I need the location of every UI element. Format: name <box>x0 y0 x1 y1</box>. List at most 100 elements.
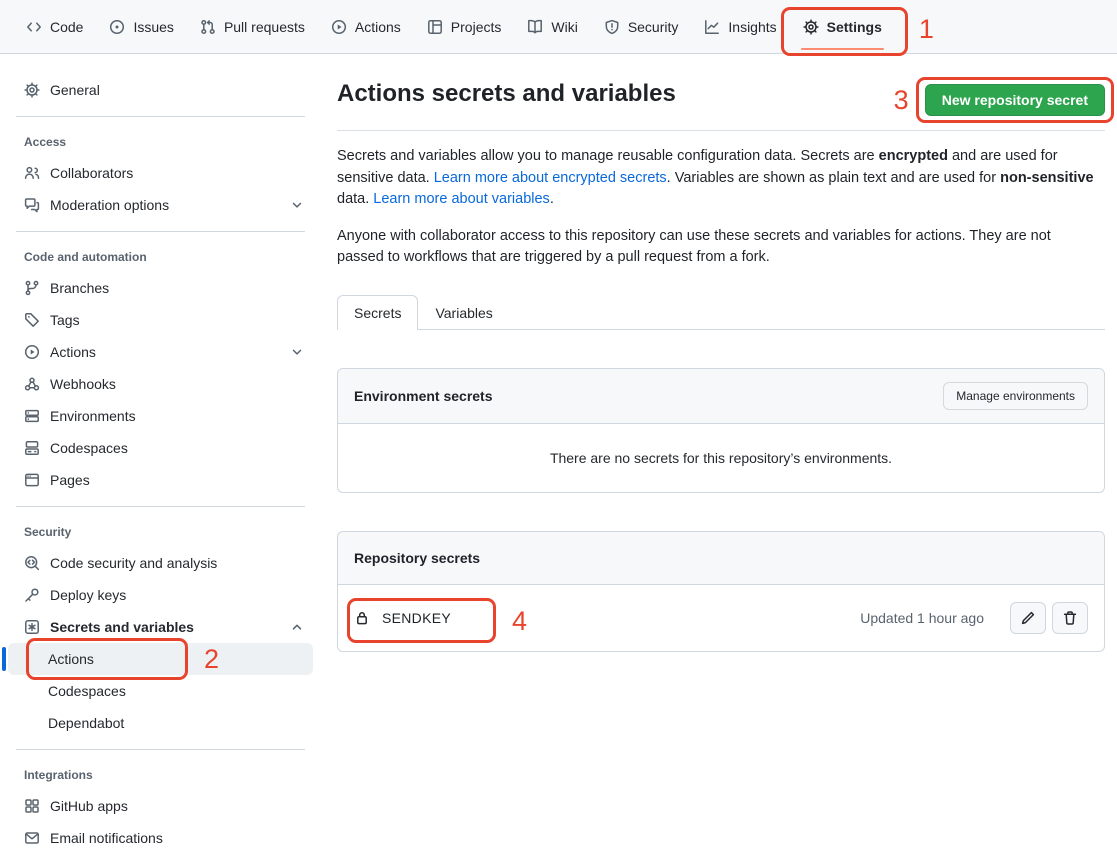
git-branch-icon <box>24 280 40 296</box>
tab-code[interactable]: Code <box>16 0 93 53</box>
main-content: Actions secrets and variables 3 New repo… <box>337 54 1117 652</box>
sidebar-item-deploy-keys[interactable]: Deploy keys <box>8 579 313 611</box>
server-icon <box>24 408 40 424</box>
gear-icon <box>24 82 40 98</box>
webhook-icon <box>24 376 40 392</box>
tab-pull-requests-label: Pull requests <box>224 19 305 35</box>
secret-row: SENDKEY 4 Updated 1 hour ago <box>338 585 1104 651</box>
sidebar-item-label: Webhooks <box>50 376 116 392</box>
gear-icon <box>803 19 819 35</box>
tab-wiki-label: Wiki <box>551 19 577 35</box>
tab-settings-label: Settings <box>827 19 882 35</box>
chevron-down-icon <box>289 197 305 213</box>
tab-security-label: Security <box>628 19 679 35</box>
tab-issues-label: Issues <box>133 19 173 35</box>
tab-security[interactable]: Security <box>594 0 689 53</box>
sidebar-section-integrations: Integrations <box>8 760 313 790</box>
sidebar-item-tags[interactable]: Tags <box>8 304 313 336</box>
manage-environments-button[interactable]: Manage environments <box>943 382 1088 410</box>
tab-pull-requests[interactable]: Pull requests <box>190 0 315 53</box>
tab-insights[interactable]: Insights <box>694 0 786 53</box>
sidebar-item-collaborators[interactable]: Collaborators <box>8 157 313 189</box>
page-title: Actions secrets and variables <box>337 80 676 108</box>
codescan-icon <box>24 555 40 571</box>
play-icon <box>24 344 40 360</box>
mail-icon <box>24 830 40 846</box>
sidebar-item-label: Branches <box>50 280 109 296</box>
intro-paragraph-1: Secrets and variables allow you to manag… <box>337 146 1094 211</box>
sidebar-item-secrets-and-variables[interactable]: Secrets and variables <box>8 611 313 643</box>
sidebar-subitem-actions-secrets[interactable]: Actions 2 <box>8 643 313 675</box>
tab-actions-label: Actions <box>355 19 401 35</box>
sidebar-item-code-security[interactable]: Code security and analysis <box>8 547 313 579</box>
code-icon <box>26 19 42 35</box>
comment-discussion-icon <box>24 197 40 213</box>
issue-opened-icon <box>109 19 125 35</box>
learn-more-encrypted-secrets-link[interactable]: Learn more about encrypted secrets <box>434 170 667 186</box>
sidebar-item-pages[interactable]: Pages <box>8 464 313 496</box>
chevron-up-icon <box>289 619 305 635</box>
graph-icon <box>704 19 720 35</box>
tab-projects[interactable]: Projects <box>417 0 512 53</box>
key-icon <box>24 587 40 603</box>
sidebar-item-email-notifications[interactable]: Email notifications <box>8 822 313 854</box>
sidebar-item-environments[interactable]: Environments <box>8 400 313 432</box>
new-repository-secret-button[interactable]: New repository secret <box>925 84 1105 116</box>
tag-icon <box>24 312 40 328</box>
sidebar-divider <box>16 749 305 750</box>
intro-text-segment: . <box>550 191 554 207</box>
repository-secrets-title: Repository secrets <box>354 550 480 566</box>
tab-wiki[interactable]: Wiki <box>517 0 587 53</box>
sidebar-section-access: Access <box>8 127 313 157</box>
tab-projects-label: Projects <box>451 19 502 35</box>
learn-more-variables-link[interactable]: Learn more about variables <box>373 191 550 207</box>
tab-issues[interactable]: Issues <box>99 0 183 53</box>
sidebar-item-label: Deploy keys <box>50 587 126 603</box>
sidebar-item-codespaces[interactable]: Codespaces <box>8 432 313 464</box>
sidebar-item-label: Email notifications <box>50 830 163 846</box>
intro-bold-encrypted: encrypted <box>879 148 948 164</box>
sidebar-section-security: Security <box>8 517 313 547</box>
sidebar-item-actions[interactable]: Actions <box>8 336 313 368</box>
secrets-variables-tabnav: Secrets Variables <box>337 295 1105 330</box>
sidebar-subitem-codespaces-secrets[interactable]: Codespaces <box>8 675 313 707</box>
intro-text-segment: . Variables are shown as plain text and … <box>667 170 1000 186</box>
settings-sidebar: General Access Collaborators Moderation … <box>0 54 321 854</box>
sidebar-item-label: Secrets and variables <box>50 619 279 635</box>
sidebar-item-branches[interactable]: Branches <box>8 272 313 304</box>
annotation-number-4: 4 <box>512 608 527 635</box>
intro-paragraph-2: Anyone with collaborator access to this … <box>337 226 1094 269</box>
tab-settings[interactable]: Settings 1 <box>793 0 892 53</box>
sidebar-item-general[interactable]: General <box>8 74 313 106</box>
intro-text: Secrets and variables allow you to manag… <box>337 146 1105 269</box>
tab-code-label: Code <box>50 19 83 35</box>
sidebar-subitem-dependabot-secrets[interactable]: Dependabot <box>8 707 313 739</box>
sidebar-item-github-apps[interactable]: GitHub apps <box>8 790 313 822</box>
people-icon <box>24 165 40 181</box>
tab-actions[interactable]: Actions <box>321 0 411 53</box>
pull-request-icon <box>200 19 216 35</box>
edit-secret-button[interactable] <box>1010 602 1046 634</box>
repository-secrets-card: Repository secrets SENDKEY 4 Updated 1 h… <box>337 531 1105 652</box>
sidebar-item-label: Pages <box>50 472 90 488</box>
tab-secrets[interactable]: Secrets <box>337 295 418 330</box>
tab-variables[interactable]: Variables <box>418 295 509 330</box>
codespaces-icon <box>24 440 40 456</box>
shield-icon <box>604 19 620 35</box>
trash-icon <box>1062 610 1078 626</box>
secret-updated-text: Updated 1 hour ago <box>860 610 984 626</box>
sidebar-subitem-label: Dependabot <box>48 715 124 731</box>
intro-text-segment: Secrets and variables allow you to manag… <box>337 148 879 164</box>
sidebar-item-label: GitHub apps <box>50 798 128 814</box>
sidebar-item-moderation-options[interactable]: Moderation options <box>8 189 313 221</box>
repo-tab-bar: Code Issues Pull requests Actions Projec… <box>0 0 1117 54</box>
lock-icon <box>354 610 370 626</box>
sidebar-item-label: Code security and analysis <box>50 555 217 571</box>
delete-secret-button[interactable] <box>1052 602 1088 634</box>
sidebar-item-webhooks[interactable]: Webhooks <box>8 368 313 400</box>
environment-secrets-title: Environment secrets <box>354 388 493 404</box>
book-icon <box>527 19 543 35</box>
sidebar-item-label: Collaborators <box>50 165 133 181</box>
intro-text-segment: data. <box>337 191 373 207</box>
sidebar-divider <box>16 231 305 232</box>
